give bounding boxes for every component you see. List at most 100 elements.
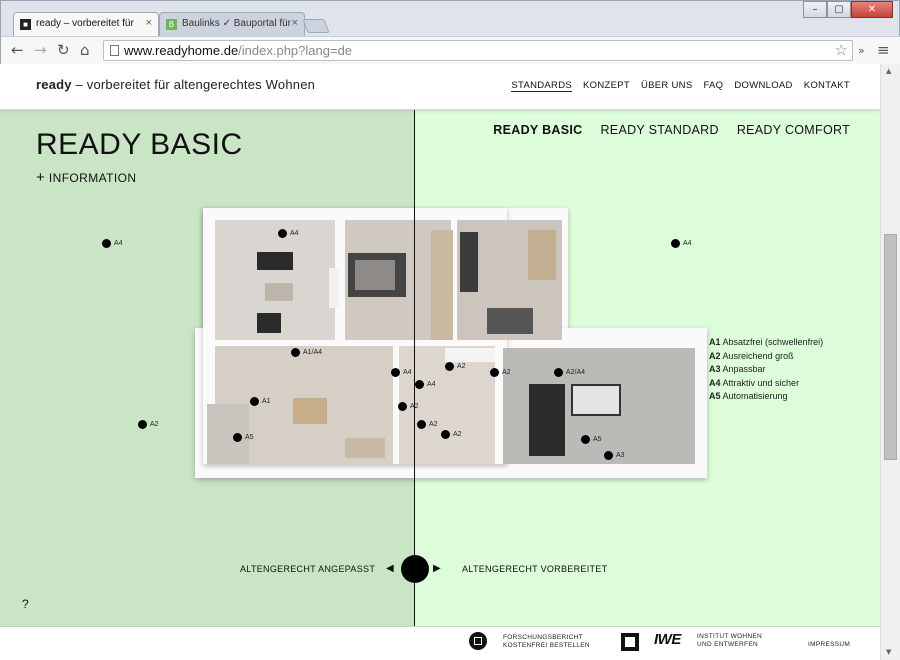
marker-label: A3: [616, 452, 625, 459]
extensions-overflow-icon[interactable]: »: [858, 43, 865, 59]
nav-konzept[interactable]: KONZEPT: [583, 80, 630, 92]
marker[interactable]: A2: [138, 420, 159, 429]
wardrobe-1: [431, 230, 453, 340]
marker-dot: [278, 229, 287, 238]
marker[interactable]: A4: [391, 368, 412, 377]
ready-logo-icon[interactable]: [621, 633, 639, 651]
marker[interactable]: A1/A4: [291, 348, 322, 357]
marker-dot: [391, 368, 400, 377]
web-page: ready – vorbereitet für altengerechtes W…: [0, 64, 880, 660]
menu-icon[interactable]: ≡: [877, 42, 890, 58]
report-line-1: FORSCHUNGSBERICHT: [503, 634, 583, 641]
browser-chrome: ■ ready – vorbereitet für × B Baulinks ✓…: [0, 0, 900, 64]
comparison-divider[interactable]: [414, 110, 415, 626]
bookmark-star-icon[interactable]: ☆: [835, 41, 848, 59]
legend-code: A1: [709, 337, 721, 347]
information-link[interactable]: + INFORMATION: [36, 169, 136, 186]
legend-code: A3: [709, 364, 721, 374]
tab-ready-basic[interactable]: READY BASIC: [493, 123, 582, 137]
legend-item: A5 Automatisierung: [709, 390, 823, 404]
tv-board: [329, 268, 339, 308]
marker-label: A1/A4: [303, 349, 323, 356]
impressum-link[interactable]: IMPRESSUM: [808, 641, 850, 649]
nav-download[interactable]: DOWNLOAD: [734, 80, 792, 92]
tab-title: Baulinks ✓ Bauportal für: [182, 18, 291, 29]
marker-label: A4: [403, 369, 412, 376]
marker[interactable]: A4: [671, 239, 692, 248]
marker[interactable]: A2: [417, 420, 438, 429]
scrollbar-thumb[interactable]: [884, 234, 897, 460]
arrow-left-icon[interactable]: ◀: [386, 563, 394, 574]
nav-faq[interactable]: FAQ: [703, 80, 723, 92]
tab-ready[interactable]: ■ ready – vorbereitet für ×: [13, 12, 159, 36]
page-icon: [110, 45, 119, 56]
marker-label: A2/A4: [566, 369, 586, 376]
marker-dot: [554, 368, 563, 377]
brand-bold: ready: [36, 77, 72, 92]
marker-dot: [581, 435, 590, 444]
address-bar[interactable]: www.readyhome.de/index.php?lang=de ☆: [103, 40, 853, 61]
close-tab-icon[interactable]: ×: [146, 17, 152, 29]
marker-label: A2: [453, 431, 462, 438]
marker-dot: [398, 402, 407, 411]
minimize-icon[interactable]: –: [803, 1, 827, 18]
marker[interactable]: A2: [490, 368, 511, 377]
scroll-down-icon[interactable]: ▼: [886, 648, 891, 656]
legend-code: A4: [709, 377, 721, 388]
reload-icon[interactable]: ↻: [57, 42, 70, 58]
ready-logo-inner: [625, 637, 635, 647]
forward-arrow-icon[interactable]: →: [34, 42, 47, 58]
new-tab-button[interactable]: [302, 19, 330, 33]
marker[interactable]: A2/A4: [554, 368, 585, 377]
scrollbar[interactable]: ▲ ▼: [880, 64, 900, 660]
tab-ready-standard[interactable]: READY STANDARD: [600, 123, 718, 137]
institute-text: INSTITUT WOHNEN UND ENTWERFEN: [697, 633, 762, 649]
marker-label: A5: [593, 436, 602, 443]
institute-line-1: INSTITUT WOHNEN: [697, 633, 763, 640]
marker[interactable]: A4: [102, 239, 123, 248]
plus-icon: +: [36, 169, 46, 186]
marker-label: A2: [410, 403, 419, 410]
dining-table: [293, 398, 327, 424]
site-brand[interactable]: ready – vorbereitet für altengerechtes W…: [36, 77, 315, 92]
help-button[interactable]: ?: [22, 597, 29, 611]
close-tab-icon[interactable]: ×: [292, 17, 298, 29]
legend-item: A2 Ausreichend groß: [709, 350, 823, 364]
iwe-logo[interactable]: IWE: [654, 631, 681, 648]
report-link[interactable]: FORSCHUNGSBERICHT KOSTENFREI BESTELLEN: [503, 634, 590, 650]
legend-text: Attraktiv und sicher: [722, 377, 800, 388]
hall-wall: [445, 348, 495, 362]
nav-ueber-uns[interactable]: ÜBER UNS: [641, 80, 693, 92]
wardrobe-2: [528, 230, 556, 280]
marker[interactable]: A2: [398, 402, 419, 411]
marker-label: A5: [245, 434, 254, 441]
tab-ready-comfort[interactable]: READY COMFORT: [737, 123, 850, 137]
marker-label: A4: [427, 381, 436, 388]
marker-dot: [291, 348, 300, 357]
window-close-icon[interactable]: ✕: [851, 1, 893, 18]
nav-standards[interactable]: STANDARDS: [511, 80, 572, 92]
back-arrow-icon[interactable]: ←: [11, 42, 24, 58]
marker[interactable]: A1: [250, 397, 271, 406]
marker[interactable]: A5: [581, 435, 602, 444]
home-icon[interactable]: ⌂: [80, 42, 90, 58]
marker[interactable]: A3: [604, 451, 625, 460]
nav-kontakt[interactable]: KONTAKT: [804, 80, 850, 92]
marker[interactable]: A4: [415, 380, 436, 389]
marker[interactable]: A2: [445, 362, 466, 371]
report-icon-inner: [474, 637, 482, 645]
legend-text: Automatisierung: [722, 391, 788, 401]
url-domain: www.readyhome.de: [124, 43, 239, 58]
arrow-right-icon[interactable]: ▶: [433, 563, 441, 574]
tab-baulinks[interactable]: B Baulinks ✓ Bauportal für ×: [159, 12, 305, 36]
marker[interactable]: A4: [278, 229, 299, 238]
marker[interactable]: A2: [441, 430, 462, 439]
maximize-icon[interactable]: ▢: [827, 1, 851, 18]
report-icon[interactable]: [469, 632, 487, 650]
information-label: INFORMATION: [48, 171, 137, 185]
slider-knob[interactable]: [401, 555, 429, 583]
marker[interactable]: A5: [233, 433, 254, 442]
report-line-2: KOSTENFREI BESTELLEN: [503, 642, 590, 649]
scroll-up-icon[interactable]: ▲: [886, 67, 891, 75]
b-favicon-icon: B: [166, 19, 177, 30]
